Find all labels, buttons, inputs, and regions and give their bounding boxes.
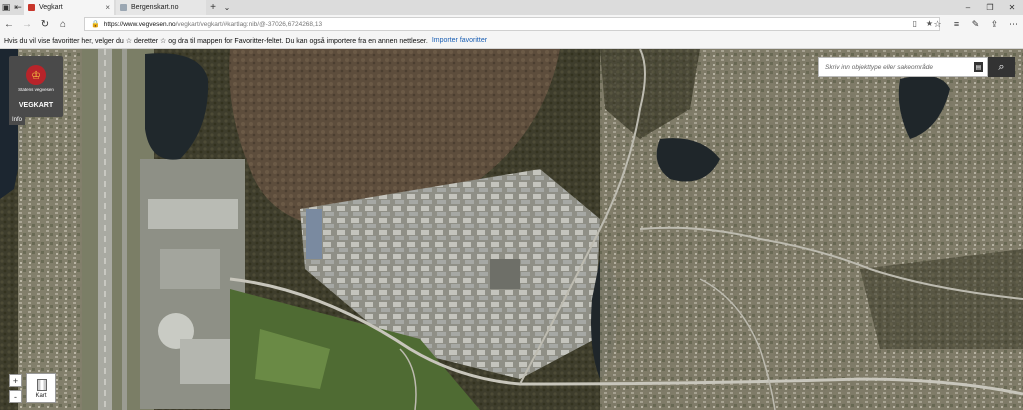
favorites-bar: Hvis du vil vise favoritter her, velger …	[0, 33, 1023, 49]
back-arrow-icon[interactable]: ←	[0, 15, 18, 33]
zoom-out-button[interactable]: -	[9, 390, 22, 403]
collections-icon[interactable]: ≡	[947, 15, 966, 33]
navigation-bar: ← → ↻ ⌂ 🔒 https://www.vegvesen.no/vegkar…	[0, 15, 1023, 33]
basemap-switch-button[interactable]: Kart	[26, 373, 56, 403]
bergenskart-favicon-icon	[120, 4, 127, 11]
share-icon[interactable]: ⇪	[985, 15, 1004, 33]
search-input[interactable]: Skriv inn objekttype eller sakeområde ▤	[818, 57, 988, 77]
tab-bergenskart[interactable]: Bergenskart.no	[116, 0, 206, 15]
magnifier-icon[interactable]: ⌕	[988, 57, 1015, 77]
notes-pen-icon[interactable]: ✎	[966, 15, 985, 33]
logo-text: Statens vegvesen	[18, 87, 54, 92]
more-menu-icon[interactable]: ⋯	[1004, 15, 1023, 33]
search-placeholder: Skriv inn objekttype eller sakeområde	[825, 63, 934, 71]
url-path: /vegkart/vegkart/#kartlag:nib/@-37026,67…	[175, 20, 323, 28]
zoom-in-button[interactable]: +	[9, 374, 22, 387]
app-title: VEGKART	[18, 102, 54, 109]
forward-arrow-icon[interactable]: →	[18, 15, 36, 33]
close-tab-icon[interactable]: ×	[105, 3, 110, 12]
map-layers-icon	[37, 379, 47, 391]
aerial-imagery	[0, 49, 1023, 410]
map-canvas[interactable]: ♔ Statens vegvesen VEGKART Info Skriv in…	[0, 49, 1023, 410]
favorites-hint: Hvis du vil vise favoritter her, velger …	[4, 37, 428, 45]
refresh-icon[interactable]: ↻	[36, 15, 54, 33]
url-host: https://www.vegvesen.no	[103, 20, 176, 28]
set-aside-tabs-icon[interactable]: ⇤	[12, 0, 24, 15]
address-bar[interactable]: 🔒 https://www.vegvesen.no/vegkart/vegkar…	[84, 17, 940, 31]
tab-actions-icon[interactable]: ▣	[0, 0, 12, 15]
favorites-hub-icon[interactable]: ☆	[928, 15, 947, 33]
info-button[interactable]: Info	[9, 114, 25, 125]
tab-vegkart[interactable]: Vegkart ×	[24, 0, 114, 15]
vegvesen-favicon-icon	[28, 4, 35, 11]
browser-toolbar: ☆ ≡ ✎ ⇪ ⋯	[928, 15, 1023, 33]
vegvesen-crest-icon: ♔	[26, 65, 46, 85]
minimize-icon[interactable]: –	[957, 0, 979, 15]
tab-list-chevron-icon[interactable]: ⌄	[220, 0, 234, 15]
reading-view-icon[interactable]: ▯	[913, 19, 917, 28]
close-window-icon[interactable]: ✕	[1001, 0, 1023, 15]
vegvesen-logo-panel[interactable]: ♔ Statens vegvesen VEGKART	[9, 56, 63, 117]
new-tab-icon[interactable]: +	[206, 0, 220, 15]
catalog-book-icon[interactable]: ▤	[974, 62, 983, 72]
tab-strip: ▣ ⇤ Vegkart × Bergenskart.no + ⌄ – ❐ ✕	[0, 0, 1023, 15]
basemap-label: Kart	[35, 393, 47, 399]
lock-icon[interactable]: 🔒	[91, 20, 100, 28]
window-controls: – ❐ ✕	[957, 0, 1023, 15]
maximize-icon[interactable]: ❐	[979, 0, 1001, 15]
object-search: Skriv inn objekttype eller sakeområde ▤ …	[818, 57, 1015, 77]
tab-title: Vegkart	[39, 4, 63, 11]
tab-title: Bergenskart.no	[131, 4, 179, 11]
home-icon[interactable]: ⌂	[54, 15, 72, 33]
import-favorites-link[interactable]: Importer favoritter	[432, 37, 487, 44]
